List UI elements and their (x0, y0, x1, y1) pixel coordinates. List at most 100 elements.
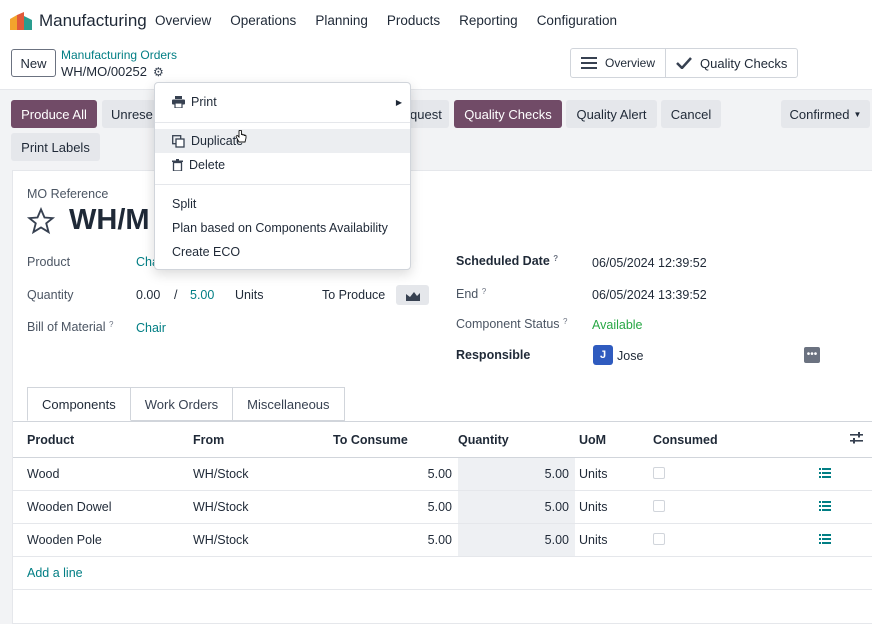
menu-item-plan-components[interactable]: Plan based on Components Availability (155, 216, 410, 240)
quantity-target[interactable]: 5.00 (190, 288, 214, 302)
quantity-slash: / (174, 288, 178, 302)
overview-button-label: Overview (605, 56, 656, 70)
unreserve-button[interactable]: Unrese (102, 100, 156, 128)
quality-checks-smart-button[interactable]: Quality Checks (665, 49, 797, 77)
column-header-quantity[interactable]: Quantity (458, 421, 575, 458)
detailed-operations-icon[interactable] (819, 501, 831, 511)
row-uom: Units (575, 457, 653, 491)
component-status-value: Available (592, 318, 643, 332)
row-quantity[interactable]: 5.00 (458, 523, 575, 557)
column-header-uom[interactable]: UoM (575, 421, 653, 458)
detailed-operations-icon[interactable] (819, 534, 831, 544)
quantity-uom: Units (235, 288, 264, 302)
component-status-label: Component Status ? (456, 317, 568, 331)
record-title: WH/MO/00252 ⚙ (61, 64, 164, 79)
row-product[interactable]: Wooden Dowel (13, 490, 193, 524)
record-name: WH/MO/00252 (61, 64, 147, 79)
menu-planning[interactable]: Planning (315, 13, 368, 28)
print-labels-button[interactable]: Print Labels (11, 133, 100, 161)
quality-checks-button[interactable]: Quality Checks (454, 100, 562, 128)
star-icon[interactable] (26, 207, 56, 235)
row-product[interactable]: Wood (13, 457, 193, 491)
form-sheet: MO Reference WH/M Product Cha Quantity 0… (12, 170, 872, 624)
components-table: Product From To Consume Quantity UoM Con… (13, 421, 872, 590)
control-panel: New Manufacturing Orders WH/MO/00252 ⚙ O… (0, 42, 872, 90)
cancel-button[interactable]: Cancel (661, 100, 721, 128)
table-row[interactable]: Wooden Dowel WH/Stock 5.00 5.00 Units (13, 490, 872, 524)
row-to-consume: 5.00 (333, 523, 458, 557)
avatar: J (593, 345, 613, 365)
menu-reporting[interactable]: Reporting (459, 13, 518, 28)
check-icon (676, 57, 692, 69)
ellipsis-icon[interactable]: ••• (804, 347, 820, 363)
column-header-to-consume[interactable]: To Consume (333, 421, 458, 458)
row-to-consume: 5.00 (333, 490, 458, 524)
menu-overview[interactable]: Overview (155, 13, 211, 28)
produce-all-button[interactable]: Produce All (11, 100, 97, 128)
tab-miscellaneous[interactable]: Miscellaneous (233, 387, 345, 421)
row-quantity[interactable]: 5.00 (458, 490, 575, 524)
app-name[interactable]: Manufacturing (39, 11, 147, 31)
detailed-operations-icon[interactable] (819, 468, 831, 478)
row-from[interactable]: WH/Stock (193, 490, 333, 524)
consumed-checkbox[interactable] (653, 466, 665, 479)
row-quantity[interactable]: 5.00 (458, 457, 575, 491)
status-label: Confirmed (789, 106, 850, 122)
forecast-button[interactable] (396, 285, 429, 305)
menu-configuration[interactable]: Configuration (537, 13, 617, 28)
row-uom: Units (575, 490, 653, 524)
menu-item-create-eco[interactable]: Create ECO (155, 240, 410, 264)
menu-item-split[interactable]: Split (155, 192, 410, 216)
add-line-row: Add a line (13, 556, 872, 590)
caret-down-icon: ▼ (853, 109, 862, 119)
new-button[interactable]: New (11, 49, 56, 77)
bom-label: Bill of Material ? (27, 320, 114, 334)
column-header-product[interactable]: Product (13, 421, 193, 458)
mo-reference-label: MO Reference (27, 187, 109, 201)
consumed-checkbox[interactable] (653, 532, 665, 545)
column-header-from[interactable]: From (193, 421, 333, 458)
table-row[interactable]: Wooden Pole WH/Stock 5.00 5.00 Units (13, 523, 872, 557)
quantity-done[interactable]: 0.00 (136, 288, 160, 302)
quality-alert-button[interactable]: Quality Alert (566, 100, 657, 128)
bom-value[interactable]: Chair (136, 321, 166, 335)
gear-dropdown-menu: Print ▶ Duplicate Delete Split Plan base… (154, 82, 411, 270)
menu-item-print[interactable]: Print ▶ (155, 90, 410, 114)
menu-item-print-label: Print (191, 95, 217, 109)
row-product[interactable]: Wooden Pole (13, 523, 193, 557)
manufacturing-app-icon[interactable] (10, 12, 32, 30)
action-bar: Produce All Unrese quest Quality Checks … (0, 90, 872, 170)
overview-button[interactable]: Overview (571, 49, 665, 77)
notebook-tabs: Components Work Orders Miscellaneous (27, 387, 345, 421)
trash-icon (172, 159, 183, 171)
table-row[interactable]: Wood WH/Stock 5.00 5.00 Units (13, 457, 872, 491)
scheduled-date-value[interactable]: 06/05/2024 12:39:52 (592, 256, 707, 270)
tab-work-orders[interactable]: Work Orders (130, 387, 234, 421)
optional-columns-toggle[interactable] (839, 421, 872, 458)
end-value[interactable]: 06/05/2024 13:39:52 (592, 288, 707, 302)
add-line-link[interactable]: Add a line (27, 566, 83, 580)
mo-reference-value: WH/M (69, 204, 150, 236)
row-from[interactable]: WH/Stock (193, 523, 333, 557)
status-dropdown[interactable]: Confirmed ▼ (781, 100, 870, 128)
area-chart-icon (405, 291, 420, 301)
product-label: Product (27, 255, 71, 269)
menu-products[interactable]: Products (387, 13, 440, 28)
menu-item-duplicate[interactable]: Duplicate (155, 129, 410, 153)
row-to-consume: 5.00 (333, 457, 458, 491)
top-navbar: Manufacturing Overview Operations Planni… (0, 0, 872, 42)
menu-operations[interactable]: Operations (230, 13, 296, 28)
table-header-row: Product From To Consume Quantity UoM Con… (13, 421, 872, 458)
scheduled-date-label: Scheduled Date ? (456, 254, 559, 268)
copy-icon (172, 134, 185, 148)
row-from[interactable]: WH/Stock (193, 457, 333, 491)
row-uom: Units (575, 523, 653, 557)
responsible-value[interactable]: Jose (617, 349, 643, 363)
column-header-consumed[interactable]: Consumed (653, 421, 785, 458)
consumed-checkbox[interactable] (653, 499, 665, 512)
tab-components[interactable]: Components (27, 387, 131, 421)
breadcrumb-manufacturing-orders[interactable]: Manufacturing Orders (61, 48, 177, 62)
main-menu: Overview Operations Planning Products Re… (155, 13, 636, 28)
menu-item-delete[interactable]: Delete (155, 153, 410, 177)
gear-icon[interactable]: ⚙ (153, 65, 164, 79)
